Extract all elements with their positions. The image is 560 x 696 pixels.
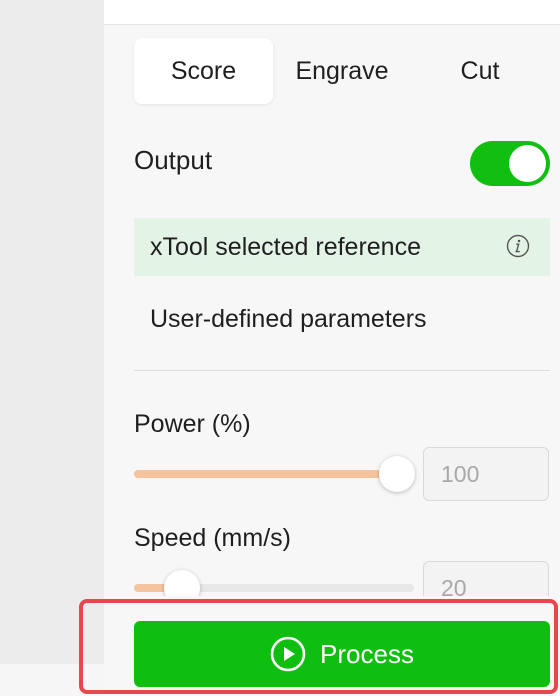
power-label: Power (%) [134, 410, 251, 438]
tab-engrave[interactable]: Engrave [273, 38, 411, 104]
mode-tabs: Score Engrave Cut [134, 38, 549, 104]
tab-score[interactable]: Score [134, 38, 273, 104]
power-slider-fill [134, 470, 398, 478]
option-user-defined[interactable]: User-defined parameters [134, 290, 550, 348]
output-label: Output [134, 145, 213, 175]
option-xtool-reference-label: xTool selected reference [150, 232, 421, 261]
process-button-label: Process [320, 638, 414, 669]
left-canvas-area [0, 0, 104, 696]
option-user-defined-label: User-defined parameters [150, 304, 427, 333]
bottom-left-area [0, 664, 104, 696]
process-button[interactable]: Process [134, 621, 550, 687]
speed-label: Speed (mm/s) [134, 524, 291, 552]
output-toggle[interactable] [470, 141, 550, 186]
power-slider[interactable] [134, 456, 416, 492]
play-circle-icon [270, 636, 306, 672]
info-icon[interactable] [506, 234, 530, 258]
divider [134, 370, 550, 371]
speed-slider[interactable] [134, 570, 414, 606]
panel-header-strip [104, 0, 560, 25]
power-slider-thumb[interactable] [379, 456, 416, 492]
toggle-knob [509, 145, 546, 182]
tab-cut[interactable]: Cut [411, 38, 549, 104]
power-input[interactable]: 100 [423, 447, 549, 501]
option-xtool-reference[interactable]: xTool selected reference [134, 218, 550, 276]
